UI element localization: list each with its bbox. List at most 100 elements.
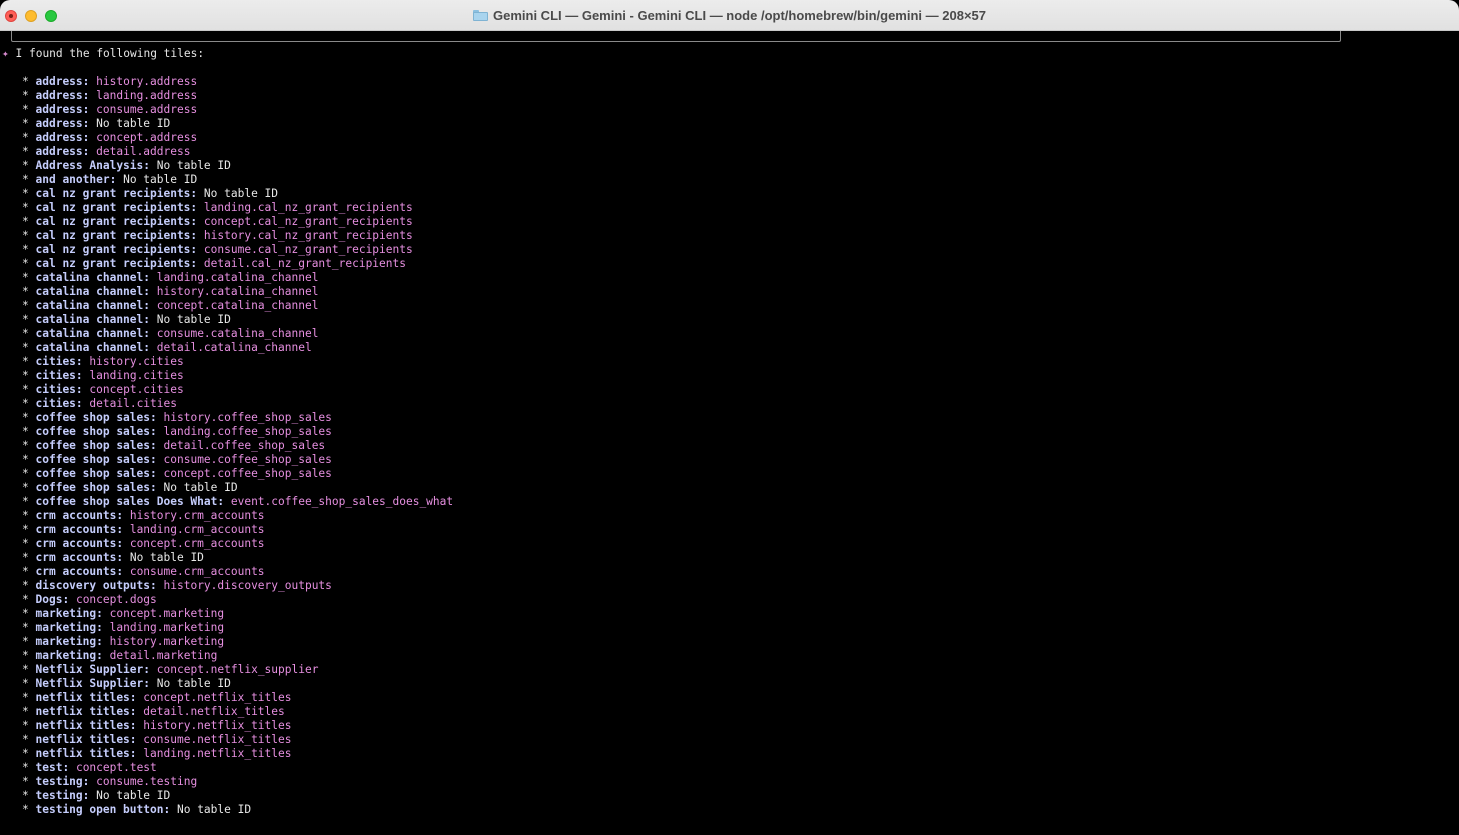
tile-list-item: * test: concept.test	[22, 761, 453, 775]
tile-name: address	[35, 131, 83, 144]
window-titlebar[interactable]: Gemini CLI — Gemini - Gemini CLI — node …	[0, 0, 1459, 31]
tile-name: testing open button	[35, 803, 164, 816]
bullet-icon: *	[22, 327, 29, 340]
tile-name: address	[35, 103, 83, 116]
tile-name: coffee shop sales	[35, 425, 151, 438]
tile-separator: :	[129, 705, 137, 718]
tile-list-item: * discovery outputs: history.discovery_o…	[22, 579, 453, 593]
tile-list-item: * coffee shop sales: consume.coffee_shop…	[22, 453, 453, 467]
bullet-icon: *	[22, 271, 29, 284]
tile-name: cal nz grant recipients	[35, 215, 191, 228]
tile-separator: :	[190, 201, 198, 214]
tile-list: * address: history.address * address: lan…	[22, 75, 453, 817]
tile-list-item: * cities: concept.cities	[22, 383, 453, 397]
tile-table-id: concept.marketing	[109, 607, 225, 620]
tile-table-id: history.catalina_channel	[156, 285, 319, 298]
tile-separator: :	[62, 593, 70, 606]
tile-table-id: consume.netflix_titles	[143, 733, 292, 746]
tile-list-item: * crm accounts: concept.crm_accounts	[22, 537, 453, 551]
tile-name: coffee shop sales	[35, 439, 151, 452]
tile-separator: :	[82, 75, 90, 88]
tile-name: coffee shop sales	[35, 411, 151, 424]
tile-name: netflix titles	[35, 705, 130, 718]
tile-list-item: * Dogs: concept.dogs	[22, 593, 453, 607]
bullet-icon: *	[22, 761, 29, 774]
tile-name: crm accounts	[35, 509, 117, 522]
folder-icon	[473, 10, 488, 21]
tile-list-item: * cal nz grant recipients: concept.cal_n…	[22, 215, 453, 229]
tile-list-item: * cal nz grant recipients: No table ID	[22, 187, 453, 201]
tile-table-id: landing.crm_accounts	[129, 523, 265, 536]
tile-list-item: * marketing: landing.marketing	[22, 621, 453, 635]
tile-table-id: landing.marketing	[109, 621, 225, 634]
tile-separator: :	[75, 397, 83, 410]
bullet-icon: *	[22, 705, 29, 718]
tile-separator: :	[116, 537, 124, 550]
tile-separator: :	[143, 313, 151, 326]
tile-table-id: history.address	[96, 75, 198, 88]
tile-separator: :	[129, 747, 137, 760]
tile-list-item: * crm accounts: landing.crm_accounts	[22, 523, 453, 537]
tile-name: netflix titles	[35, 719, 130, 732]
bullet-icon: *	[22, 355, 29, 368]
tile-separator: :	[143, 271, 151, 284]
bullet-icon: *	[22, 747, 29, 760]
tile-name: crm accounts	[35, 551, 117, 564]
tile-separator: :	[82, 103, 90, 116]
tile-list-item: * address: No table ID	[22, 117, 453, 131]
tile-name: netflix titles	[35, 733, 130, 746]
tile-name: catalina channel	[35, 313, 144, 326]
tile-separator: :	[190, 257, 198, 270]
tile-list-item: * netflix titles: detail.netflix_titles	[22, 705, 453, 719]
bullet-icon: *	[22, 257, 29, 270]
tile-table-id: consume.coffee_shop_sales	[163, 453, 332, 466]
tile-list-item: * catalina channel: consume.catalina_cha…	[22, 327, 453, 341]
bullet-icon: *	[22, 635, 29, 648]
tile-table-id: No table ID	[176, 803, 252, 816]
tile-table-id: concept.catalina_channel	[156, 299, 319, 312]
tile-separator: :	[96, 649, 103, 662]
tile-name: testing	[35, 775, 83, 788]
tile-list-item: * coffee shop sales: concept.coffee_shop…	[22, 467, 453, 481]
tile-table-id: concept.crm_accounts	[129, 537, 265, 550]
bullet-icon: *	[22, 803, 29, 816]
tile-separator: :	[96, 635, 103, 648]
tile-table-id: No table ID	[156, 313, 231, 326]
tile-table-id: No table ID	[123, 173, 198, 186]
tile-table-id: No table ID	[163, 481, 238, 494]
bullet-icon: *	[22, 453, 29, 466]
window-title: Gemini CLI — Gemini - Gemini CLI — node …	[493, 8, 986, 23]
bullet-icon: *	[22, 313, 29, 326]
tile-table-id: concept.coffee_shop_sales	[163, 467, 332, 480]
tile-separator: :	[96, 607, 103, 620]
tile-name: cities	[35, 397, 76, 410]
bullet-icon: *	[22, 103, 29, 116]
tile-separator: :	[116, 565, 124, 578]
tile-name: cities	[35, 369, 76, 382]
bullet-icon: *	[22, 173, 29, 186]
bullet-icon: *	[22, 145, 29, 158]
gemini-spark-icon: ✦	[2, 47, 9, 60]
bullet-icon: *	[22, 369, 29, 382]
tile-separator: :	[150, 439, 157, 452]
tile-separator: :	[116, 523, 124, 536]
tile-separator: :	[143, 285, 151, 298]
tile-separator: :	[143, 677, 151, 690]
tile-list-item: * coffee shop sales Does What: event.cof…	[22, 495, 453, 509]
bullet-icon: *	[22, 677, 29, 690]
tile-separator: :	[75, 369, 83, 382]
tile-list-item: * catalina channel: landing.catalina_cha…	[22, 271, 453, 285]
tile-table-id: No table ID	[96, 789, 171, 802]
tile-separator: :	[190, 187, 198, 200]
tile-table-id: No table ID	[156, 159, 231, 172]
tile-separator: :	[150, 467, 157, 480]
bullet-icon: *	[22, 467, 29, 480]
tile-table-id: landing.cal_nz_grant_recipients	[203, 201, 413, 214]
tile-table-id: landing.netflix_titles	[143, 747, 292, 760]
tile-name: catalina channel	[35, 299, 144, 312]
bullet-icon: *	[22, 481, 29, 494]
bullet-icon: *	[22, 229, 29, 242]
tile-name: and another	[35, 173, 110, 186]
bullet-icon: *	[22, 131, 29, 144]
tile-list-item: * catalina channel: concept.catalina_cha…	[22, 299, 453, 313]
